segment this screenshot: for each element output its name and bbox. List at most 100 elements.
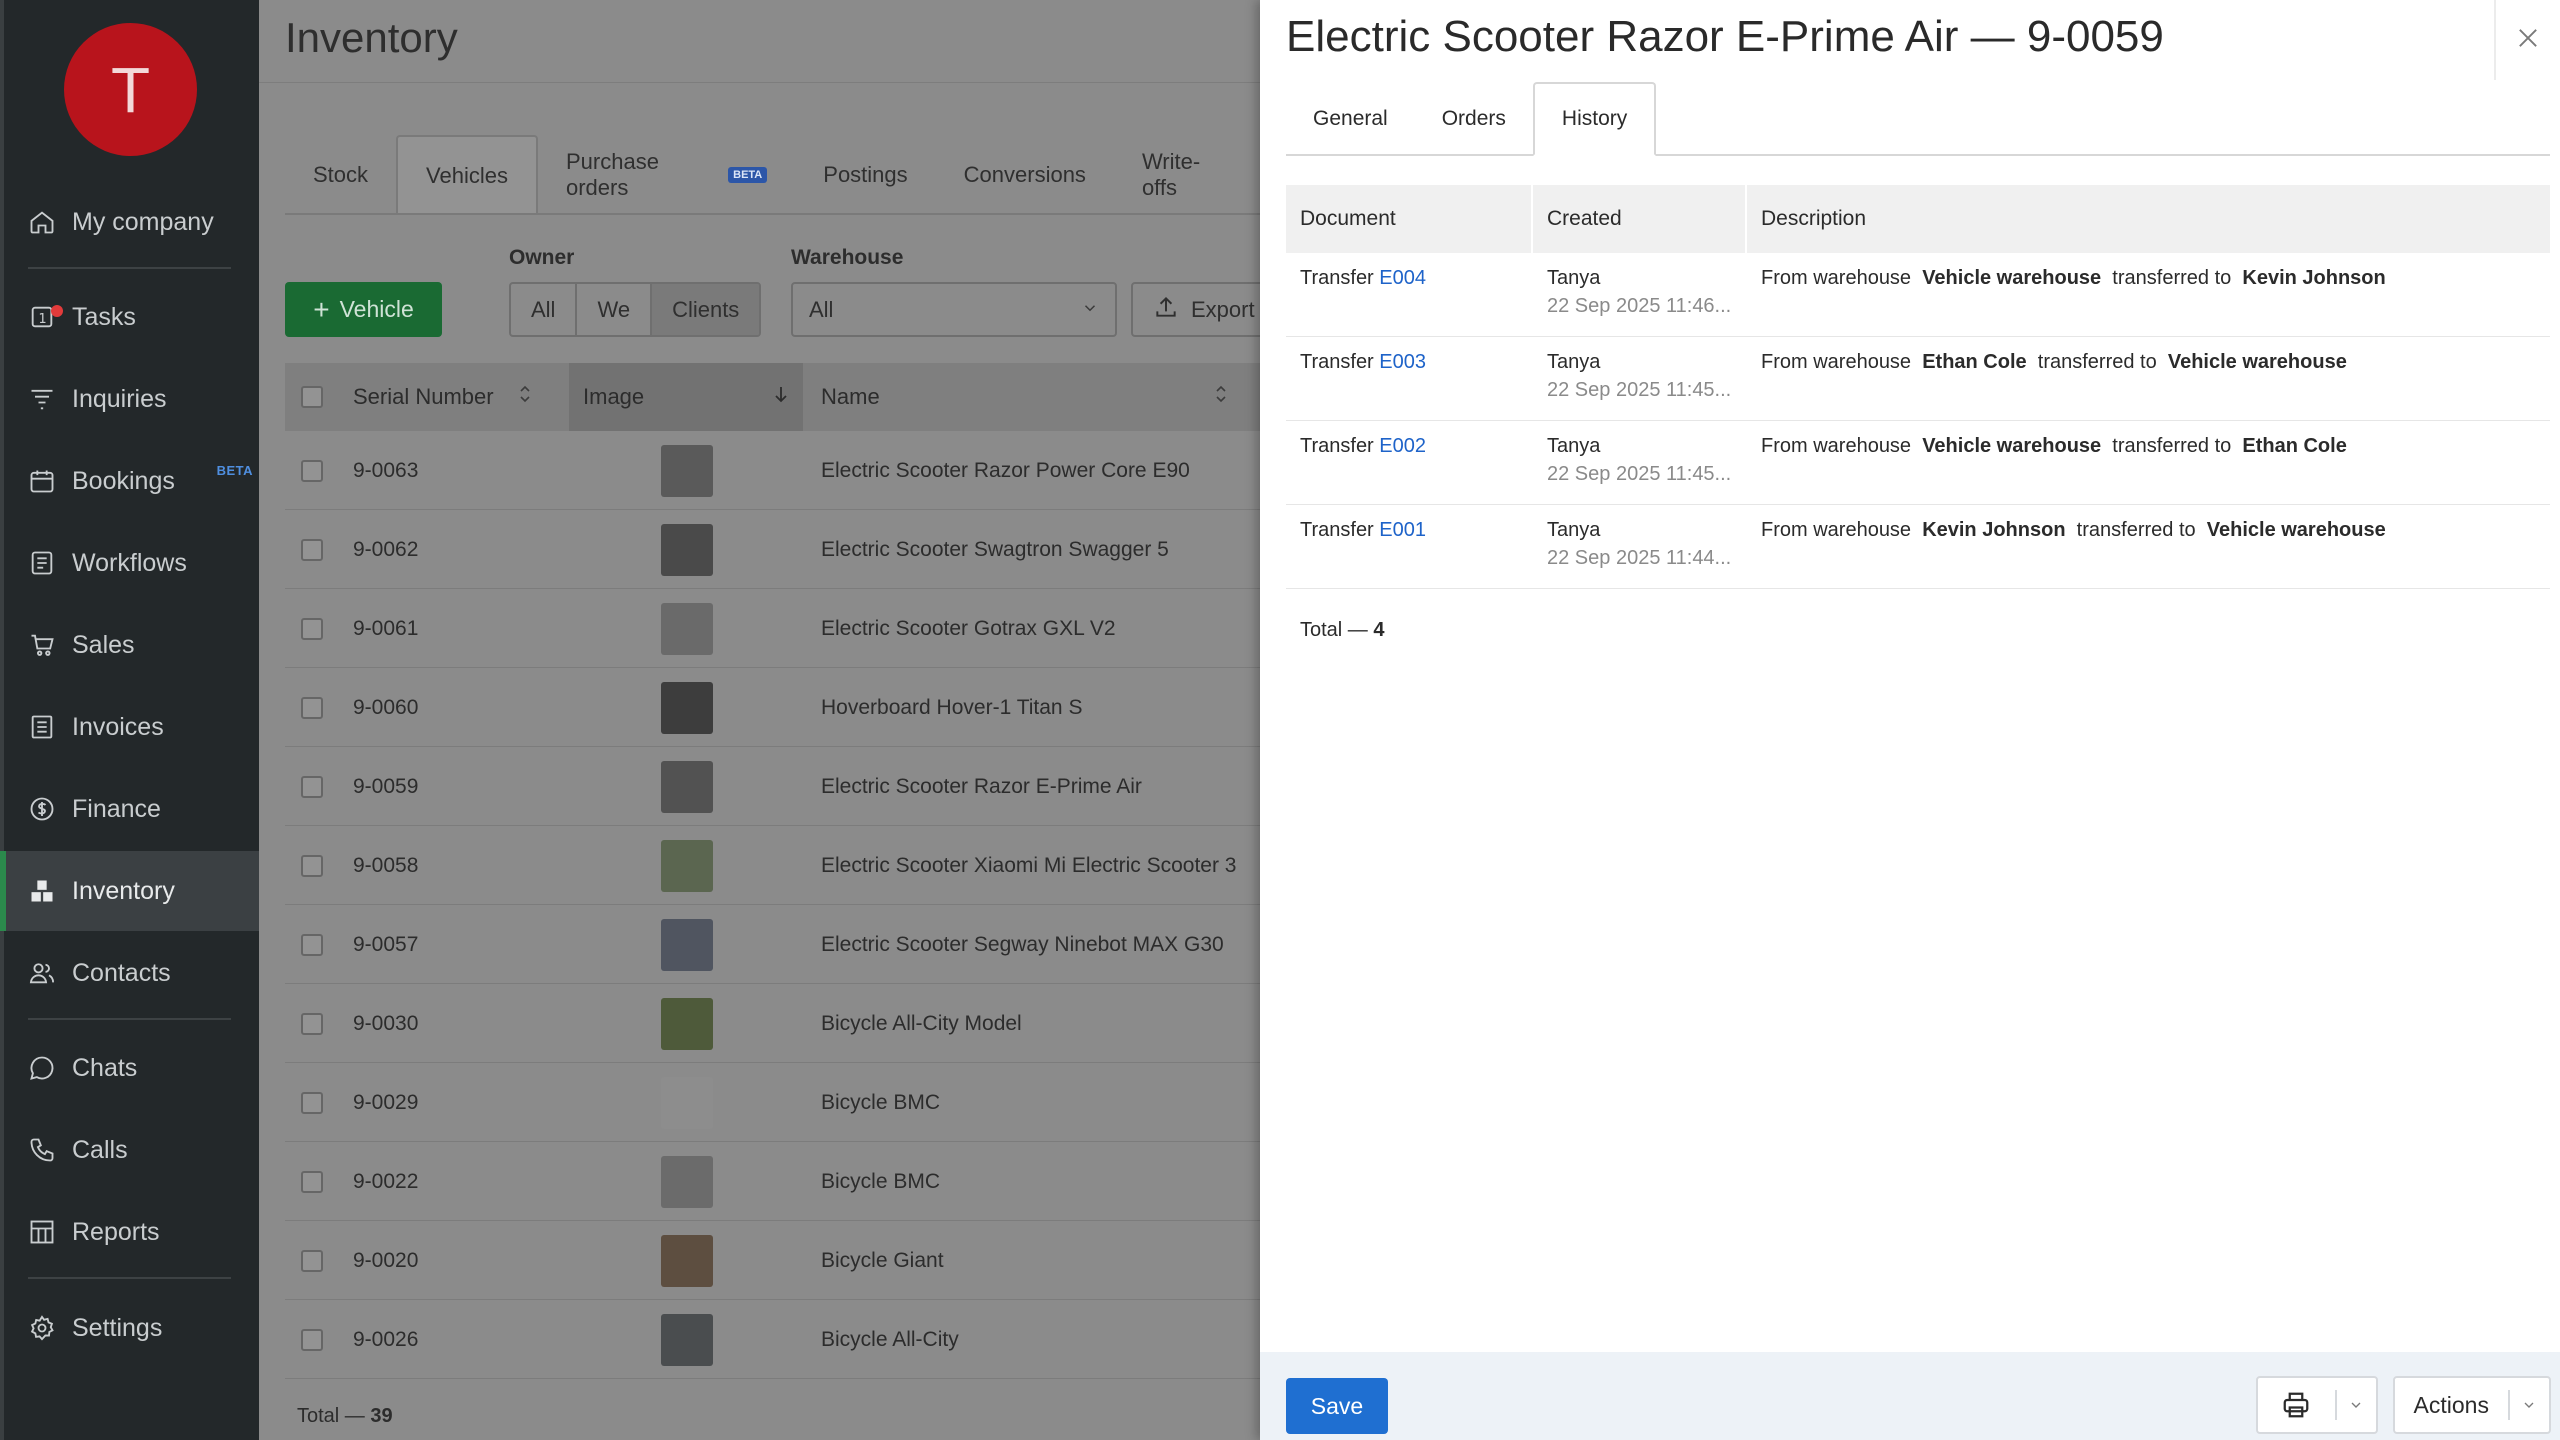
sort-icon — [518, 384, 532, 410]
table-row[interactable]: 9-0060 Hoverboard Hover-1 Titan S — [285, 668, 1260, 747]
sidebar-item-inventory[interactable]: Inventory — [0, 851, 259, 931]
table-row[interactable]: 9-0061 Electric Scooter Gotrax GXL V2 — [285, 589, 1260, 668]
row-checkbox[interactable] — [285, 1300, 339, 1379]
vehicle-name: Electric Scooter Gotrax GXL V2 — [821, 616, 1116, 640]
actions-button[interactable]: Actions — [2393, 1376, 2551, 1434]
document-link[interactable]: E003 — [1379, 351, 1426, 373]
row-checkbox[interactable] — [285, 510, 339, 589]
sidebar-item-reports[interactable]: Reports — [4, 1192, 259, 1272]
tab-purchase-orders[interactable]: Purchase orders BETA — [538, 135, 795, 215]
chat-icon — [26, 1052, 58, 1084]
vehicle-thumbnail — [661, 1221, 713, 1300]
table-row[interactable]: 9-0020 Bicycle Giant — [285, 1221, 1260, 1300]
document-link[interactable]: E001 — [1379, 519, 1426, 541]
boxes-icon — [26, 875, 58, 907]
sidebar-item-tasks[interactable]: 1 Tasks — [4, 277, 259, 357]
tab-write-offs[interactable]: Write-offs — [1114, 135, 1260, 215]
tab-stock[interactable]: Stock — [285, 135, 396, 215]
sidebar-item-workflows[interactable]: Workflows — [4, 523, 259, 603]
select-all-checkbox[interactable] — [285, 363, 339, 431]
row-checkbox[interactable] — [285, 905, 339, 984]
sidebar-item-label: Sales — [72, 630, 135, 659]
total-value: 39 — [370, 1405, 393, 1427]
table-row[interactable]: 9-0063 Electric Scooter Razor Power Core … — [285, 431, 1260, 510]
history-table-header: Document Created Description — [1286, 185, 2550, 253]
tab-history[interactable]: History — [1532, 82, 1657, 156]
avatar[interactable]: T — [64, 23, 197, 156]
document-cell: Transfer E002 — [1300, 435, 1426, 458]
from-location: Kevin Johnson — [1922, 519, 2066, 541]
tab-postings[interactable]: Postings — [795, 135, 935, 215]
sidebar-item-invoices[interactable]: Invoices — [4, 687, 259, 767]
table-row[interactable]: 9-0059 Electric Scooter Razor E-Prime Air — [285, 747, 1260, 826]
sidebar-item-finance[interactable]: Finance — [4, 769, 259, 849]
table-row[interactable]: 9-0026 Bicycle All-City — [285, 1300, 1260, 1379]
add-vehicle-button[interactable]: + Vehicle — [285, 282, 442, 337]
column-image[interactable]: Image — [569, 363, 803, 431]
table-row[interactable]: 9-0022 Bicycle BMC — [285, 1142, 1260, 1221]
row-checkbox[interactable] — [285, 431, 339, 510]
sidebar-item-inquiries[interactable]: Inquiries — [4, 359, 259, 439]
document-type: Transfer — [1300, 519, 1374, 541]
table-row[interactable]: 9-0062 Electric Scooter Swagtron Swagger … — [285, 510, 1260, 589]
owner-clients[interactable]: Clients — [652, 284, 760, 335]
vehicle-thumbnail — [661, 1142, 713, 1221]
desc-text: transferred to — [2037, 351, 2157, 373]
cart-icon — [26, 629, 58, 661]
sidebar-item-sales[interactable]: Sales — [4, 605, 259, 685]
tab-orders[interactable]: Orders — [1415, 82, 1533, 156]
workflow-icon — [26, 547, 58, 579]
close-button[interactable] — [2494, 0, 2560, 80]
column-label: Name — [821, 384, 880, 409]
row-checkbox[interactable] — [285, 1063, 339, 1142]
vehicle-name: Bicycle Giant — [821, 1248, 944, 1272]
total-value: 4 — [1373, 619, 1385, 641]
owner-all[interactable]: All — [511, 284, 578, 335]
serial-number: 9-0029 — [353, 1090, 419, 1114]
serial-number: 9-0026 — [353, 1327, 419, 1351]
row-checkbox[interactable] — [285, 1142, 339, 1221]
sidebar-item-bookings[interactable]: Bookings BETA — [4, 441, 259, 521]
sidebar-item-chats[interactable]: Chats — [4, 1028, 259, 1108]
sidebar-item-my-company[interactable]: My company — [4, 182, 259, 262]
owner-we[interactable]: We — [577, 284, 653, 335]
serial-number: 9-0059 — [353, 774, 419, 798]
row-checkbox[interactable] — [285, 668, 339, 747]
table-row[interactable]: 9-0058 Electric Scooter Xiaomi Mi Electri… — [285, 826, 1260, 905]
row-checkbox[interactable] — [285, 589, 339, 668]
beta-badge: BETA — [728, 167, 768, 183]
row-checkbox[interactable] — [285, 984, 339, 1063]
document-link[interactable]: E004 — [1379, 267, 1426, 289]
sidebar-item-contacts[interactable]: Contacts — [4, 933, 259, 1013]
sidebar-item-settings[interactable]: Settings — [4, 1288, 259, 1368]
row-checkbox[interactable] — [285, 1221, 339, 1300]
document-link[interactable]: E002 — [1379, 435, 1426, 457]
chevron-down-icon[interactable] — [2337, 1397, 2376, 1413]
row-checkbox[interactable] — [285, 747, 339, 826]
contacts-icon — [26, 957, 58, 989]
document-type: Transfer — [1300, 351, 1374, 373]
history-row: Transfer E002 Tanya 22 Sep 2025 11:45... Fr… — [1286, 421, 2550, 505]
column-name[interactable]: Name — [803, 363, 1260, 431]
tab-conversions[interactable]: Conversions — [936, 135, 1114, 215]
export-button[interactable]: Export — [1131, 282, 1260, 337]
save-button[interactable]: Save — [1286, 1378, 1388, 1434]
row-checkbox[interactable] — [285, 826, 339, 905]
tab-vehicles[interactable]: Vehicles — [396, 135, 538, 215]
vehicle-thumbnail — [661, 984, 713, 1063]
desc-text: transferred to — [2112, 435, 2232, 457]
upload-icon — [1153, 294, 1179, 326]
warehouse-select[interactable]: All — [791, 282, 1117, 337]
beta-tag: BETA — [216, 463, 253, 478]
tab-general[interactable]: General — [1286, 82, 1415, 156]
nav-divider — [28, 1018, 231, 1020]
column-serial-number[interactable]: Serial Number — [339, 363, 546, 431]
sidebar-item-label: Bookings — [72, 466, 175, 495]
print-button[interactable] — [2256, 1376, 2378, 1434]
sidebar-item-calls[interactable]: Calls — [4, 1110, 259, 1190]
sidebar-item-label: Settings — [72, 1313, 163, 1342]
table-row[interactable]: 9-0029 Bicycle BMC — [285, 1063, 1260, 1142]
table-row[interactable]: 9-0030 Bicycle All-City Model — [285, 984, 1260, 1063]
chevron-down-icon — [1081, 297, 1099, 323]
table-row[interactable]: 9-0057 Electric Scooter Segway Ninebot MA… — [285, 905, 1260, 984]
